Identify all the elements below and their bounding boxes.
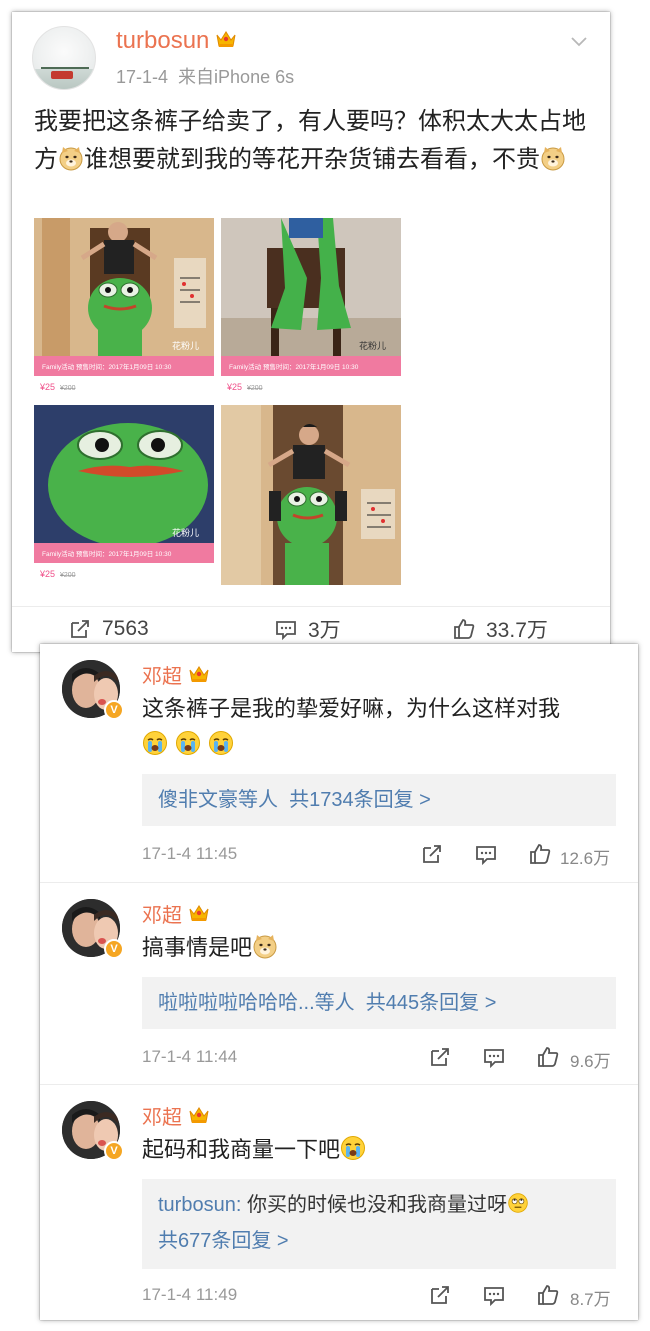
photo-promo: Family活动 预售时间：2017年1月09日 10:30 — [229, 362, 359, 371]
comment-text: 搞事情是吧 — [142, 931, 622, 967]
comments-card: V 邓超 这条裤子是我的挚爱好嘛，为什么这样对我 傻非文豪等人 共1734条回复… — [40, 644, 638, 1320]
repost-icon[interactable] — [420, 842, 444, 866]
like-icon[interactable] — [536, 1045, 560, 1069]
post-photo[interactable] — [221, 405, 401, 585]
comment-item: V 邓超 起码和我商量一下吧 turbosun: 你买的时候也没和我商量过呀 共… — [40, 1084, 638, 1320]
chevron-down-icon[interactable] — [570, 32, 588, 50]
doge-icon — [58, 145, 84, 171]
doge-icon — [252, 933, 278, 959]
repost-count: 7563 — [102, 617, 149, 640]
repost-icon[interactable] — [428, 1045, 452, 1069]
comment-item: V 邓超 这条裤子是我的挚爱好嘛，为什么这样对我 傻非文豪等人 共1734条回复… — [40, 644, 638, 880]
post-card: turbosun 17-1-4 来自iPhone 6s 我要把这条裤子给卖了，有… — [12, 12, 610, 652]
comment-like-count: 9.6万 — [570, 1052, 611, 1071]
photo-promo: Family活动 预售时间：2017年1月09日 10:30 — [42, 549, 172, 558]
reply-count-link[interactable]: 共1734条回复 > — [289, 789, 431, 811]
photo-old-price: ¥200 — [247, 385, 263, 392]
comment-count: 3万 — [308, 619, 341, 642]
verified-badge-icon: V — [104, 939, 124, 959]
reply-count-link[interactable]: 共445条回复 > — [366, 992, 497, 1014]
comment-timestamp: 17-1-4 11:44 — [142, 1047, 238, 1066]
comment-icon[interactable] — [474, 842, 498, 866]
photo-price: ¥25 — [226, 382, 242, 392]
comment-button[interactable]: 3万 — [274, 615, 341, 643]
reply-count-link[interactable]: 共677条回复 > — [158, 1230, 289, 1252]
comment-text: 起码和我商量一下吧 — [142, 1133, 622, 1169]
comment-username[interactable]: 邓超 — [142, 660, 210, 689]
post-source: 来自iPhone 6s — [178, 67, 295, 87]
post-avatar[interactable] — [32, 26, 96, 90]
post-date: 17-1-4 — [116, 67, 169, 87]
comment-text-content: 这条裤子是我的挚爱好嘛，为什么这样对我 — [142, 697, 561, 722]
post-text-part-2: 谁想要就到我的等花开杂货铺去看看，不贵 — [84, 145, 540, 173]
like-count: 33.7万 — [486, 619, 548, 642]
like-icon — [452, 617, 476, 641]
post-username-text[interactable]: turbosun — [116, 27, 209, 54]
reply-text: 你买的时候也没和我商量过呀 — [246, 1194, 507, 1216]
photo-price: ¥25 — [39, 382, 55, 392]
photo-promo: Family活动 预售时间：2017年1月09日 10:30 — [42, 362, 172, 371]
comment-icon[interactable] — [482, 1283, 506, 1307]
reply-summary[interactable]: turbosun: 你买的时候也没和我商量过呀 共677条回复 > — [142, 1179, 616, 1269]
photo-watermark: 花粉儿 — [172, 340, 199, 352]
photo-watermark: 花粉儿 — [172, 527, 199, 539]
crown-icon — [215, 29, 237, 49]
comment-like-count: 12.6万 — [560, 849, 611, 868]
post-username[interactable]: turbosun — [116, 27, 237, 55]
verified-badge-icon: V — [104, 700, 124, 720]
crying-icon — [175, 730, 201, 756]
doge-icon — [540, 145, 566, 171]
post-photo[interactable]: Family活动 预售时间：2017年1月09日 10:30 花粉儿 ¥25 ¥… — [221, 218, 401, 398]
comment-text: 这条裤子是我的挚爱好嘛，为什么这样对我 — [142, 692, 622, 764]
photo-price: ¥25 — [39, 569, 55, 579]
reply-user[interactable]: turbosun: — [158, 1194, 241, 1216]
comment-icon[interactable] — [482, 1045, 506, 1069]
comment-username[interactable]: 邓超 — [142, 899, 210, 928]
like-icon[interactable] — [528, 842, 552, 866]
comment-timestamp: 17-1-4 11:49 — [142, 1285, 238, 1304]
repost-icon — [68, 617, 92, 641]
comment-timestamp: 17-1-4 11:45 — [142, 844, 238, 863]
comment-item: V 邓超 搞事情是吧 啦啦啦啦哈哈哈...等人 共445条回复 > 17-1-4… — [40, 882, 638, 1082]
crying-icon — [340, 1135, 366, 1161]
roll-eyes-icon — [507, 1192, 529, 1214]
crying-icon — [142, 730, 168, 756]
photo-watermark: 花粉儿 — [359, 340, 386, 352]
crown-icon — [188, 664, 210, 684]
reply-summary[interactable]: 傻非文豪等人 共1734条回复 > — [142, 774, 616, 826]
reply-users: 啦啦啦啦哈哈哈...等人 — [158, 992, 355, 1014]
post-text: 我要把这条裤子给卖了，有人要吗？体积太大太占地方 谁想要就到我的等花开杂货铺去看看… — [34, 102, 594, 178]
comment-icon — [274, 617, 298, 641]
comment-text-content: 起码和我商量一下吧 — [142, 1138, 341, 1163]
like-icon[interactable] — [536, 1283, 560, 1307]
verified-badge-icon: V — [104, 1141, 124, 1161]
crown-icon — [188, 1105, 210, 1125]
post-photo[interactable]: Family活动 预售时间：2017年1月09日 10:30 花粉儿 ¥25 ¥… — [34, 405, 214, 585]
comment-username[interactable]: 邓超 — [142, 1101, 210, 1130]
comment-text-content: 搞事情是吧 — [142, 936, 253, 961]
post-photo[interactable]: Family活动 预售时间：2017年1月09日 10:30 花粉儿 ¥25 ¥… — [34, 218, 214, 398]
repost-icon[interactable] — [428, 1283, 452, 1307]
photo-old-price: ¥200 — [60, 572, 76, 579]
reply-users: 傻非文豪等人 — [158, 789, 278, 811]
photo-old-price: ¥200 — [60, 385, 76, 392]
crying-icon — [208, 730, 234, 756]
repost-button[interactable]: 7563 — [68, 615, 149, 643]
post-meta: 17-1-4 来自iPhone 6s — [116, 63, 294, 89]
crown-icon — [188, 903, 210, 923]
comment-like-count: 8.7万 — [570, 1290, 611, 1309]
like-button[interactable]: 33.7万 — [452, 615, 548, 643]
reply-summary[interactable]: 啦啦啦啦哈哈哈...等人 共445条回复 > — [142, 977, 616, 1029]
